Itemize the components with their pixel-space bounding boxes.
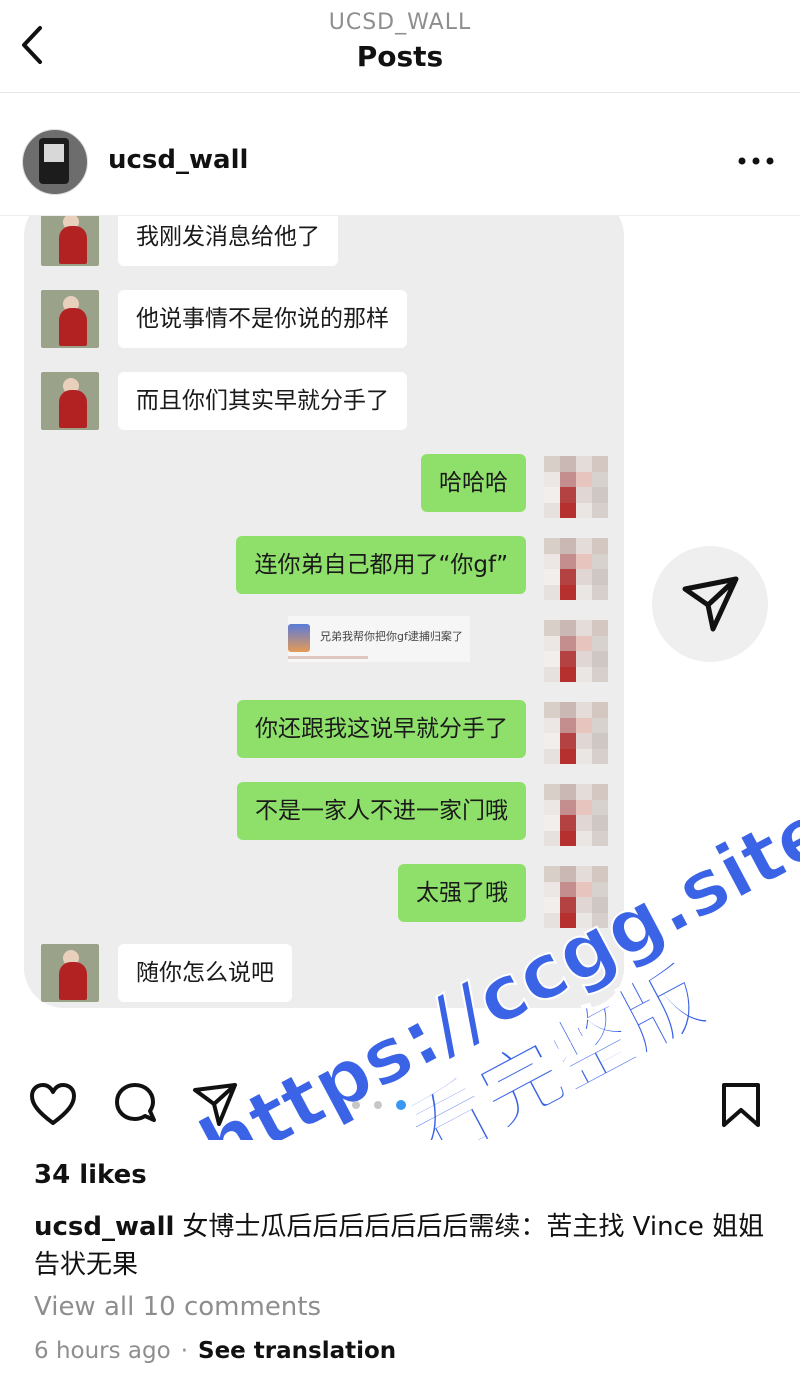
pixelated-avatar	[544, 702, 608, 764]
heart-icon[interactable]	[28, 1080, 78, 1130]
pixelated-avatar	[544, 866, 608, 928]
comment-icon[interactable]	[110, 1080, 160, 1130]
send-button[interactable]	[652, 546, 768, 662]
carousel-dot	[352, 1101, 360, 1109]
sender-avatar	[41, 290, 99, 348]
post-image[interactable]: 我刚发消息给他了 他说事情不是你说的那样 而且你们其实早就分手了 哈哈哈 连你弟…	[0, 216, 800, 1046]
sender-avatar	[41, 944, 99, 1002]
chat-bubble-right: 不是一家人不进一家门哦	[237, 782, 526, 840]
pixelated-avatar	[544, 538, 608, 600]
chat-bubble-right: 你还跟我这说早就分手了	[237, 700, 526, 758]
caption: ucsd_wall 女博士瓜后后后后后后后需续：苦主找 Vince 姐姐告状无果	[34, 1208, 774, 1284]
see-translation-link[interactable]: See translation	[198, 1338, 396, 1364]
post-header: ucsd_wall	[0, 93, 800, 216]
share-icon[interactable]	[190, 1080, 240, 1130]
sender-avatar	[41, 216, 99, 266]
chat-bubble-left: 他说事情不是你说的那样	[118, 290, 407, 348]
chat-bubble-left: 我刚发消息给他了	[118, 216, 338, 266]
carousel-indicator	[352, 1100, 432, 1113]
carousel-dot	[374, 1101, 382, 1109]
chat-bubble-right: 连你弟自己都用了“你gf”	[236, 536, 526, 594]
carousel-dot-active	[396, 1100, 406, 1110]
likes-count[interactable]: 34 likes	[34, 1160, 147, 1190]
account-name: UCSD_WALL	[328, 10, 472, 35]
pixelated-avatar	[544, 456, 608, 518]
view-comments-link[interactable]: View all 10 comments	[34, 1292, 321, 1322]
avatar[interactable]	[22, 129, 88, 195]
post-meta: 6 hours ago · See translation	[34, 1338, 396, 1364]
caption-username[interactable]: ucsd_wall	[34, 1212, 174, 1242]
quoted-message: 兄弟我帮你把你gf逮捕归案了	[288, 616, 470, 662]
chat-bubble-right: 哈哈哈	[421, 454, 526, 512]
sender-avatar	[41, 372, 99, 430]
post-username[interactable]: ucsd_wall	[108, 145, 248, 175]
send-icon	[682, 576, 739, 632]
chat-bubble-right: 太强了哦	[398, 864, 526, 922]
separator: ·	[180, 1338, 188, 1364]
pixelated-avatar	[544, 784, 608, 846]
more-icon[interactable]	[736, 151, 776, 171]
top-bar: UCSD_WALL Posts	[0, 0, 800, 93]
pixelated-avatar	[544, 620, 608, 682]
chat-bubble-left: 而且你们其实早就分手了	[118, 372, 407, 430]
page-title: Posts	[356, 40, 444, 73]
timestamp: 6 hours ago	[34, 1338, 171, 1364]
chat-bubble-left: 随你怎么说吧	[118, 944, 292, 1002]
bookmark-icon[interactable]	[716, 1080, 766, 1130]
